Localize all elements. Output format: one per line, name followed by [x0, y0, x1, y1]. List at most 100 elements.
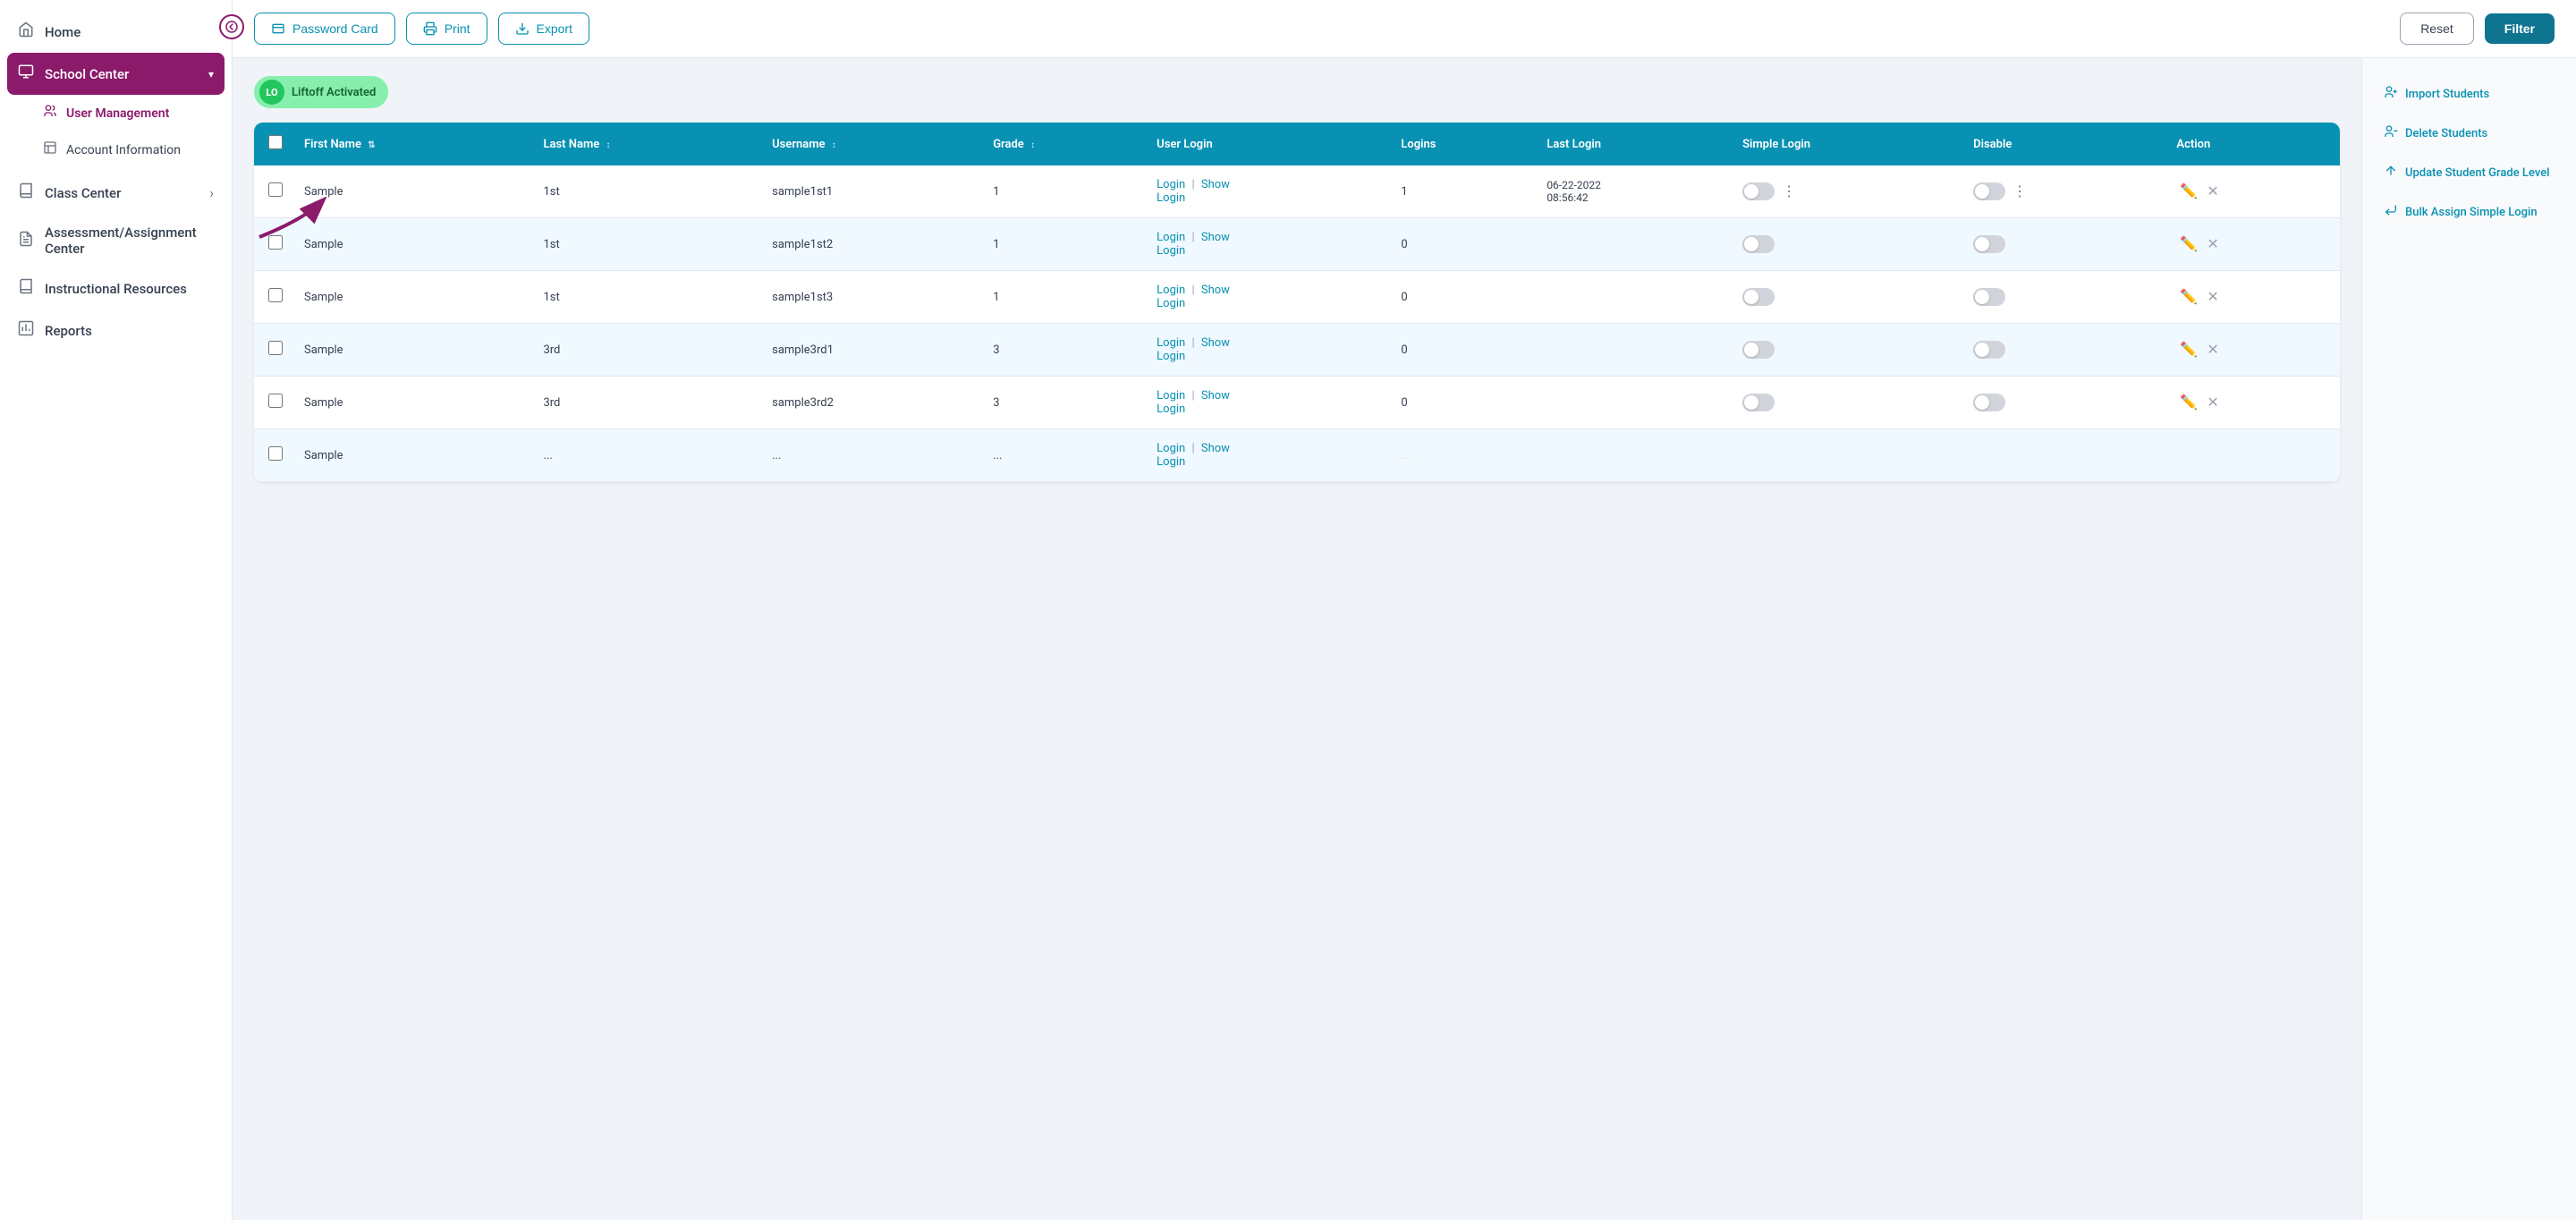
edit-button[interactable]: ✏️ [2176, 392, 2201, 413]
last-login-cell [1536, 377, 1732, 429]
simple-login-toggle[interactable] [1742, 394, 1775, 411]
select-all-checkbox[interactable] [268, 135, 283, 149]
select-all-header[interactable] [254, 123, 293, 165]
user-login-cell: Login | ShowLogin [1146, 165, 1390, 218]
sidebar-item-home[interactable]: Home [0, 11, 232, 53]
school-center-icon [18, 64, 34, 84]
grade-sort-icon: ↕ [1030, 140, 1035, 150]
reports-icon [18, 320, 34, 341]
user-login-cell: Login | ShowLogin [1146, 324, 1390, 377]
row-checkbox[interactable] [268, 394, 283, 408]
disable-toggle[interactable] [1973, 182, 2005, 200]
user-login-cell: Login | ShowLogin [1146, 218, 1390, 271]
toolbar: Password Card Print Export Reset Filter [233, 0, 2576, 58]
last-name-header[interactable]: Last Name ↕ [532, 123, 761, 165]
row-checkbox[interactable] [268, 288, 283, 302]
simple-login-cell: ⋮ [1732, 165, 1962, 218]
simple-login-toggle[interactable] [1742, 288, 1775, 306]
delete-button[interactable]: ✕ [2203, 233, 2222, 255]
sidebar-item-school-center[interactable]: School Center ▾ [7, 53, 225, 95]
sidebar-item-reports[interactable]: Reports [0, 309, 232, 352]
first-name-cell: Sample [293, 218, 532, 271]
delete-button[interactable]: ✕ [2203, 181, 2222, 202]
account-information-icon [43, 140, 57, 159]
edit-button[interactable]: ✏️ [2176, 233, 2201, 255]
bulk-assign-action[interactable]: Bulk Assign Simple Login [2377, 194, 2562, 230]
sidebar-assessment-label: Assessment/Assignment Center [45, 225, 214, 257]
table-row: Sample 3rd sample3rd2 3 Login | ShowLogi… [254, 377, 2340, 429]
edit-button[interactable]: ✏️ [2176, 339, 2201, 360]
username-cell: sample3rd2 [761, 377, 982, 429]
login-link[interactable]: Login [1157, 336, 1185, 350]
print-button[interactable]: Print [406, 13, 487, 45]
sidebar-item-instructional-resources[interactable]: Instructional Resources [0, 267, 232, 309]
row-checkbox[interactable] [268, 341, 283, 355]
action-cell: ✏️ ✕ [2165, 377, 2340, 429]
home-icon [18, 21, 34, 42]
password-card-button[interactable]: Password Card [254, 13, 395, 45]
sidebar-item-user-management[interactable]: User Management [0, 95, 232, 131]
import-students-action[interactable]: Import Students [2377, 76, 2562, 112]
filter-button[interactable]: Filter [2485, 13, 2555, 44]
username-cell: sample1st1 [761, 165, 982, 218]
delete-button[interactable]: ✕ [2203, 339, 2222, 360]
action-cell: ✏️ ✕ [2165, 165, 2340, 218]
simple-login-cell [1732, 377, 1962, 429]
grade-cell: 1 [982, 165, 1146, 218]
delete-button[interactable]: ✕ [2203, 392, 2222, 413]
first-name-cell: Sample [293, 271, 532, 324]
disable-toggle[interactable] [1973, 235, 2005, 253]
user-login-cell: Login | ShowLogin [1146, 377, 1390, 429]
sidebar-item-class-center[interactable]: Class Center › [0, 172, 232, 214]
bulk-assign-label: Bulk Assign Simple Login [2405, 206, 2538, 219]
row-checkbox[interactable] [268, 182, 283, 197]
instructional-resources-icon [18, 278, 34, 299]
first-name-cell: Sample [293, 377, 532, 429]
row-checkbox[interactable] [268, 235, 283, 250]
school-center-chevron-icon: ▾ [208, 68, 214, 80]
disable-toggle[interactable] [1973, 288, 2005, 306]
delete-students-label: Delete Students [2405, 127, 2487, 140]
sidebar-reports-label: Reports [45, 323, 214, 339]
sidebar-user-management-label: User Management [66, 106, 169, 121]
table-row: Sample 3rd sample3rd1 3 Login | ShowLogi… [254, 324, 2340, 377]
edit-button[interactable]: ✏️ [2176, 181, 2201, 202]
export-button[interactable]: Export [498, 13, 589, 45]
disable-cell [1962, 377, 2165, 429]
edit-button[interactable]: ✏️ [2176, 286, 2201, 308]
disable-toggle[interactable] [1973, 341, 2005, 359]
last-login-cell [1536, 324, 1732, 377]
simple-login-toggle[interactable] [1742, 182, 1775, 200]
simple-login-dots-button[interactable]: ⋮ [1778, 181, 1800, 202]
export-icon [515, 21, 530, 36]
sidebar-item-account-information[interactable]: Account Information [0, 131, 232, 168]
update-grade-level-action[interactable]: Update Student Grade Level [2377, 155, 2562, 191]
right-panel: Import Students Delete Students Update S… [2361, 58, 2576, 1220]
last-name-cell: ... [532, 429, 761, 482]
delete-students-action[interactable]: Delete Students [2377, 115, 2562, 151]
table-row: Sample 1st sample1st1 1 Login | ShowLogi… [254, 165, 2340, 218]
disable-dots-button[interactable]: ⋮ [2009, 181, 2030, 202]
grade-cell: 1 [982, 271, 1146, 324]
login-link[interactable]: Login [1157, 231, 1185, 244]
first-name-header[interactable]: First Name ⇅ [293, 123, 532, 165]
login-link[interactable]: Login [1157, 178, 1185, 191]
username-header[interactable]: Username ↕ [761, 123, 982, 165]
sidebar-item-assessment-center[interactable]: Assessment/Assignment Center [0, 214, 232, 267]
update-grade-icon [2384, 164, 2398, 182]
simple-login-toggle[interactable] [1742, 341, 1775, 359]
disable-toggle[interactable] [1973, 394, 2005, 411]
reset-button[interactable]: Reset [2400, 13, 2474, 45]
login-link[interactable]: Login [1157, 442, 1185, 455]
delete-button[interactable]: ✕ [2203, 286, 2222, 308]
simple-login-toggle[interactable] [1742, 235, 1775, 253]
last-login-cell [1536, 218, 1732, 271]
back-button[interactable] [219, 14, 244, 39]
grade-header[interactable]: Grade ↕ [982, 123, 1146, 165]
row-checkbox[interactable] [268, 446, 283, 461]
login-link[interactable]: Login [1157, 389, 1185, 402]
table-row: Sample 1st sample1st2 1 Login | ShowLogi… [254, 218, 2340, 271]
username-cell: sample3rd1 [761, 324, 982, 377]
login-link[interactable]: Login [1157, 284, 1185, 297]
simple-login-cell [1732, 271, 1962, 324]
